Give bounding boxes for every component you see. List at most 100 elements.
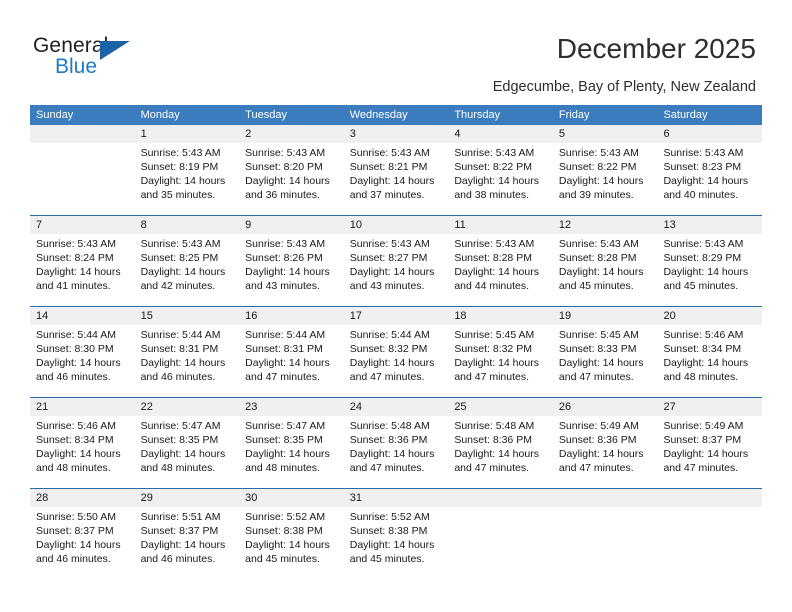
day-number[interactable]: 12 [553,216,658,234]
day-cell[interactable]: Sunrise: 5:44 AM Sunset: 8:31 PM Daylight:… [239,325,344,397]
day-cell[interactable]: Sunrise: 5:47 AM Sunset: 8:35 PM Daylight:… [135,416,240,488]
day-detail-line: Sunset: 8:37 PM [36,525,114,537]
day-number[interactable]: 4 [448,125,553,143]
day-number[interactable]: 2 [239,125,344,143]
day-number[interactable]: 29 [135,489,240,507]
day-detail-line: Daylight: 14 hours [558,175,644,187]
day-detail-line: and 48 minutes. [140,462,216,474]
day-number[interactable]: 14 [30,307,135,325]
day-detail-line: Daylight: 14 hours [140,539,226,551]
day-cell[interactable]: Sunrise: 5:43 AM Sunset: 8:27 PM Daylight:… [344,234,449,306]
day-detail-line: and 35 minutes. [140,189,216,201]
day-number[interactable]: 10 [344,216,449,234]
day-detail-line: Daylight: 14 hours [454,175,539,187]
day-number[interactable]: 6 [657,125,762,143]
weekday-header-sunday: Sunday [36,109,74,121]
day-cell[interactable]: Sunrise: 5:43 AM Sunset: 8:29 PM Daylight:… [657,234,762,306]
day-detail-line: Sunrise: 5:47 AM [140,420,221,432]
day-number[interactable]: 17 [344,307,449,325]
day-cell[interactable]: Sunrise: 5:43 AM Sunset: 8:28 PM Daylight:… [448,234,553,306]
day-cell[interactable]: Sunrise: 5:46 AM Sunset: 8:34 PM Daylight:… [30,416,135,488]
day-cell[interactable]: Sunrise: 5:43 AM Sunset: 8:21 PM Daylight:… [344,143,449,215]
day-cell[interactable]: Sunrise: 5:43 AM Sunset: 8:23 PM Daylight:… [657,143,762,215]
day-number[interactable]: 13 [657,216,762,234]
day-number[interactable]: 28 [30,489,135,507]
day-number[interactable]: 9 [239,216,344,234]
day-detail-line: and 47 minutes. [454,371,530,383]
day-cell[interactable]: Sunrise: 5:43 AM Sunset: 8:25 PM Daylight:… [135,234,240,306]
day-detail-line: and 45 minutes. [558,280,634,292]
day-cell[interactable]: Sunrise: 5:43 AM Sunset: 8:20 PM Daylight:… [239,143,344,215]
calendar-week-row: 28 29 30 31 Sunrise: 5:50 AM Sunset: 8:37 PM D… [30,488,762,579]
day-number[interactable]: 5 [553,125,658,143]
day-number[interactable]: 21 [30,398,135,416]
day-number[interactable]: 25 [448,398,553,416]
day-cell[interactable]: Sunrise: 5:48 AM Sunset: 8:36 PM Daylight:… [448,416,553,488]
day-cell[interactable]: Sunrise: 5:52 AM Sunset: 8:38 PM Daylight:… [344,507,449,579]
day-detail-line: Sunset: 8:34 PM [36,434,114,446]
day-number[interactable]: 27 [657,398,762,416]
day-number[interactable]: 26 [553,398,658,416]
day-cell[interactable]: Sunrise: 5:45 AM Sunset: 8:33 PM Daylight:… [553,325,658,397]
day-cell[interactable]: Sunrise: 5:44 AM Sunset: 8:32 PM Daylight:… [344,325,449,397]
day-number[interactable]: 24 [344,398,449,416]
day-number[interactable]: 31 [344,489,449,507]
day-cell[interactable]: Sunrise: 5:43 AM Sunset: 8:22 PM Daylight:… [553,143,658,215]
day-number[interactable]: 3 [344,125,449,143]
day-detail-line: Sunrise: 5:43 AM [558,238,639,250]
day-cell[interactable]: Sunrise: 5:52 AM Sunset: 8:38 PM Daylight:… [239,507,344,579]
day-detail-line: Sunrise: 5:43 AM [140,147,221,159]
day-number[interactable]: 15 [135,307,240,325]
day-detail-line: and 39 minutes. [558,189,634,201]
day-detail-line: Sunrise: 5:44 AM [140,329,221,341]
day-number[interactable]: 18 [448,307,553,325]
day-detail-line: Sunrise: 5:43 AM [558,147,639,159]
general-blue-logo[interactable]: General Blue [33,34,143,84]
day-number[interactable]: 16 [239,307,344,325]
day-detail-line: Sunset: 8:35 PM [140,434,219,446]
day-detail-line: and 37 minutes. [349,189,425,201]
day-cell[interactable]: Sunrise: 5:43 AM Sunset: 8:26 PM Daylight:… [239,234,344,306]
day-detail-line: Sunset: 8:24 PM [36,252,114,264]
day-detail-line: Sunrise: 5:43 AM [349,238,430,250]
day-number[interactable]: 19 [553,307,658,325]
day-cell[interactable]: Sunrise: 5:43 AM Sunset: 8:19 PM Daylight:… [135,143,240,215]
day-number[interactable]: 11 [448,216,553,234]
day-number[interactable]: 8 [135,216,240,234]
day-detail-line: Sunrise: 5:48 AM [349,420,430,432]
day-cell[interactable]: Sunrise: 5:50 AM Sunset: 8:37 PM Daylight:… [30,507,135,579]
day-detail-line: Daylight: 14 hours [245,175,330,187]
day-cell[interactable]: Sunrise: 5:51 AM Sunset: 8:37 PM Daylight:… [135,507,240,579]
weekday-header-tuesday: Tuesday [245,109,287,121]
day-cell[interactable]: Sunrise: 5:43 AM Sunset: 8:22 PM Daylight:… [448,143,553,215]
day-number[interactable]: 7 [30,216,135,234]
day-cell[interactable]: Sunrise: 5:44 AM Sunset: 8:31 PM Daylight:… [135,325,240,397]
day-detail-line: Sunrise: 5:43 AM [36,238,116,250]
week-detail-row: Sunrise: 5:44 AM Sunset: 8:30 PM Daylight:… [30,325,762,397]
day-cell[interactable]: Sunrise: 5:44 AM Sunset: 8:30 PM Daylight:… [30,325,135,397]
day-number[interactable]: 23 [239,398,344,416]
day-detail-line: Daylight: 14 hours [349,448,435,460]
day-detail-line: Sunset: 8:22 PM [454,161,532,173]
day-cell[interactable]: Sunrise: 5:43 AM Sunset: 8:28 PM Daylight:… [553,234,658,306]
day-number[interactable]: 22 [135,398,240,416]
day-cell[interactable]: Sunrise: 5:47 AM Sunset: 8:35 PM Daylight:… [239,416,344,488]
day-detail-line: Sunset: 8:30 PM [36,343,114,355]
day-detail-line: Sunset: 8:34 PM [663,343,742,355]
day-cell[interactable]: Sunrise: 5:48 AM Sunset: 8:36 PM Daylight:… [344,416,449,488]
day-detail-line: and 48 minutes. [36,462,111,474]
day-cell[interactable]: Sunrise: 5:45 AM Sunset: 8:32 PM Daylight:… [448,325,553,397]
day-cell[interactable]: Sunrise: 5:46 AM Sunset: 8:34 PM Daylight:… [657,325,762,397]
day-cell[interactable]: Sunrise: 5:49 AM Sunset: 8:36 PM Daylight:… [553,416,658,488]
day-number-empty [30,125,135,143]
day-detail-line: Daylight: 14 hours [663,175,749,187]
day-number[interactable]: 20 [657,307,762,325]
weekday-header-friday: Friday [558,109,590,121]
day-detail-line: and 46 minutes. [36,553,111,565]
day-cell[interactable]: Sunrise: 5:43 AM Sunset: 8:24 PM Daylight:… [30,234,135,306]
day-number[interactable]: 30 [239,489,344,507]
day-detail-line: Daylight: 14 hours [36,539,121,551]
day-cell[interactable]: Sunrise: 5:49 AM Sunset: 8:37 PM Daylight:… [657,416,762,488]
day-number[interactable]: 1 [135,125,240,143]
day-detail-line: and 47 minutes. [454,462,530,474]
